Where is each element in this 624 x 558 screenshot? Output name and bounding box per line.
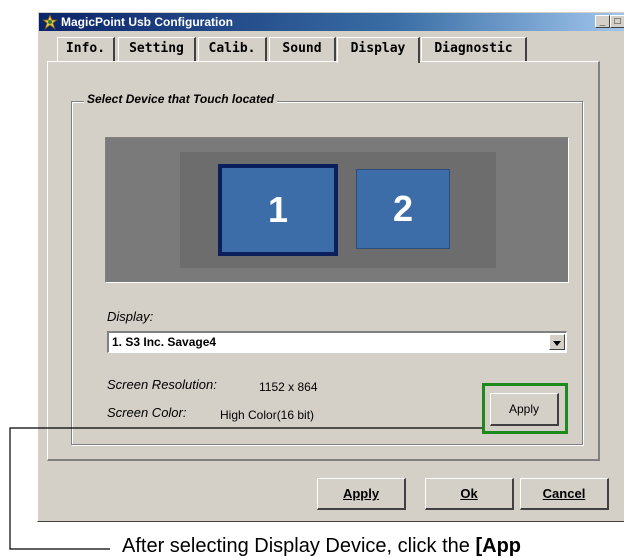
instruction-caption-bold: [App: [475, 535, 522, 557]
tab-display-label: Display: [350, 41, 406, 56]
instruction-caption: After selecting Display Device, click th…: [122, 535, 521, 558]
callout-line: [9, 427, 482, 550]
tab-display[interactable]: Display: [337, 37, 420, 63]
instruction-caption-text: After selecting Display Device, click th…: [122, 535, 476, 557]
